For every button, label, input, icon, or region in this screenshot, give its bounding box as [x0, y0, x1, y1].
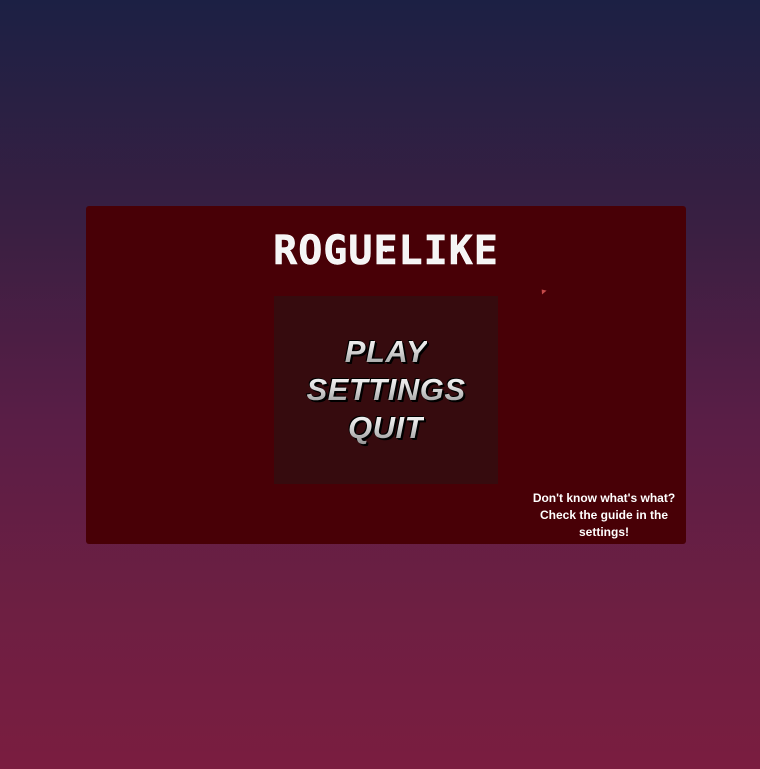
main-menu-panel: ROGUELIKE PLAY SETTINGS QUIT Don't know … [86, 206, 686, 544]
game-title: ROGUELIKE [86, 228, 686, 274]
quit-button[interactable]: QUIT [348, 409, 424, 447]
mouse-cursor-icon [539, 287, 547, 295]
guide-hint-text: Don't know what's what? Check the guide … [532, 491, 676, 539]
settings-button[interactable]: SETTINGS [306, 371, 465, 409]
menu-box: PLAY SETTINGS QUIT [274, 296, 498, 484]
play-button[interactable]: PLAY [345, 333, 427, 371]
